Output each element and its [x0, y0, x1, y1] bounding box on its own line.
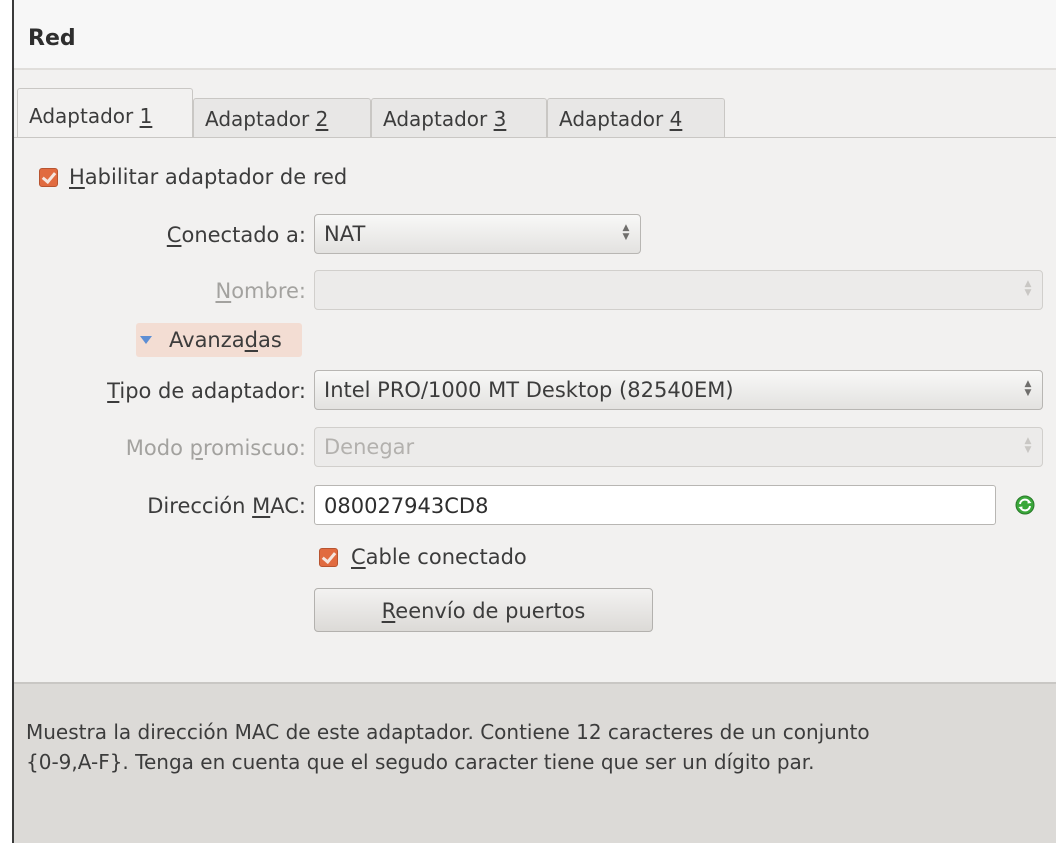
- enable-adapter-checkbox[interactable]: [39, 168, 58, 187]
- tab-mnemonic: 3: [493, 107, 507, 131]
- cable-connected-label-text: able conectado: [365, 545, 527, 569]
- promiscuous-mnemonic: p: [189, 436, 203, 460]
- tab-adaptador-4[interactable]: Adaptador 4: [547, 98, 725, 138]
- mac-address-value: 080027943CD8: [324, 494, 489, 518]
- promiscuous-value: Denegar: [324, 435, 415, 459]
- promiscuous-label-rest: romiscuo:: [202, 436, 306, 460]
- name-label: Nombre:: [215, 279, 306, 303]
- updown-arrows-icon: ▲ ▼: [1024, 379, 1032, 398]
- enable-adapter-label-text: abilitar adaptador de red: [84, 165, 348, 189]
- triangle-down-icon: [140, 336, 152, 344]
- cable-connected-mnemonic: C: [351, 545, 366, 569]
- adapter-type-label: Tipo de adaptador:: [107, 379, 306, 403]
- port-forwarding-label: eenvío de puertos: [395, 599, 586, 623]
- tab-adaptador-1[interactable]: Adaptador 1: [17, 88, 193, 139]
- advanced-label-rest: as: [257, 328, 282, 352]
- updown-arrows-icon: ▲ ▼: [1024, 279, 1032, 298]
- mac-label: Dirección MAC:: [147, 494, 306, 518]
- adapter-settings-panel: Habilitar adaptador de red Conectado a: …: [14, 137, 1056, 682]
- updown-arrows-icon: ▲ ▼: [622, 223, 630, 242]
- tab-mnemonic: 4: [669, 107, 683, 131]
- enable-adapter-mnemonic: H: [69, 165, 85, 189]
- tab-label: Adaptador: [383, 107, 494, 131]
- updown-arrows-icon: ▲ ▼: [1024, 436, 1032, 455]
- enable-adapter-label[interactable]: Habilitar adaptador de red: [69, 165, 347, 189]
- connected-to-select[interactable]: NAT ▲ ▼: [314, 214, 641, 254]
- tab-mnemonic: 1: [139, 104, 153, 128]
- advanced-label: Avanzadas: [169, 328, 282, 352]
- promiscuous-label-pre: Modo: [125, 436, 190, 460]
- tab-label: Adaptador: [559, 107, 670, 131]
- help-text-line: {0-9,A-F}. Tenga en cuenta que el segudo…: [26, 750, 815, 774]
- connected-to-label-text: onectado a:: [181, 223, 306, 247]
- adapter-type-value: Intel PRO/1000 MT Desktop (82540EM): [324, 378, 734, 402]
- promiscuous-select[interactable]: Denegar ▲ ▼: [314, 427, 1043, 467]
- help-text: Muestra la dirección MAC de este adaptad…: [26, 717, 1036, 777]
- connected-to-value: NAT: [324, 222, 366, 246]
- tab-label: Adaptador: [29, 104, 140, 128]
- name-mnemonic: N: [215, 279, 232, 303]
- adapter-type-select[interactable]: Intel PRO/1000 MT Desktop (82540EM) ▲ ▼: [314, 370, 1043, 410]
- tab-adaptador-3[interactable]: Adaptador 3: [371, 98, 547, 138]
- name-label-text: ombre:: [231, 279, 306, 303]
- adapter-type-label-text: ipo de adaptador:: [119, 379, 306, 403]
- tab-adaptador-2[interactable]: Adaptador 2: [193, 98, 371, 138]
- promiscuous-label: Modo promiscuo:: [126, 436, 306, 460]
- help-info-area: Muestra la dirección MAC de este adaptad…: [14, 682, 1056, 843]
- mac-label-rest: AC:: [270, 494, 306, 518]
- mac-address-input[interactable]: 080027943CD8: [314, 485, 996, 525]
- page-title: Red: [28, 26, 76, 51]
- tab-label: Adaptador: [205, 107, 316, 131]
- advanced-mnemonic: d: [244, 328, 258, 352]
- advanced-label-pre: Avanza: [169, 328, 245, 352]
- page-header: Red: [14, 0, 1056, 70]
- port-forwarding-button[interactable]: Reenvío de puertos: [314, 588, 653, 632]
- mac-mnemonic: M: [252, 494, 271, 518]
- connected-to-label: Conectado a:: [167, 223, 306, 247]
- connected-to-mnemonic: C: [166, 223, 182, 247]
- cable-connected-label[interactable]: Cable conectado: [351, 545, 527, 569]
- network-settings-window: Red Adaptador 1 Adaptador 2 Adaptador 3 …: [12, 0, 1056, 843]
- cable-connected-checkbox[interactable]: [319, 548, 338, 567]
- help-text-line: Muestra la dirección MAC de este adaptad…: [26, 720, 870, 744]
- tab-mnemonic: 2: [315, 107, 329, 131]
- adapter-type-mnemonic: T: [107, 379, 120, 403]
- advanced-expander[interactable]: Avanzadas: [136, 323, 302, 357]
- refresh-icon[interactable]: [1015, 495, 1035, 515]
- mac-label-pre: Dirección: [147, 494, 253, 518]
- port-forwarding-mnemonic: R: [381, 599, 396, 623]
- name-select[interactable]: ▲ ▼: [314, 270, 1043, 310]
